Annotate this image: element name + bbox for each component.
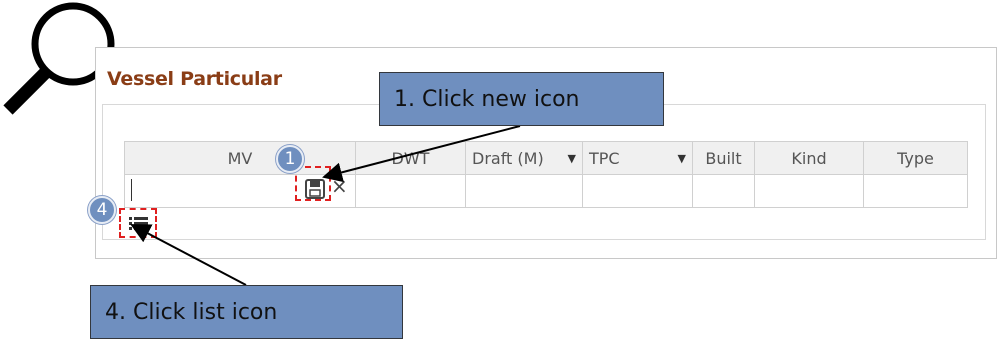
step-badge-4: 4 bbox=[88, 196, 116, 224]
callout-list-icon: 4. Click list icon bbox=[90, 285, 403, 339]
step-badge-1: 1 bbox=[276, 145, 304, 173]
callout-new-icon: 1. Click new icon bbox=[379, 72, 664, 126]
